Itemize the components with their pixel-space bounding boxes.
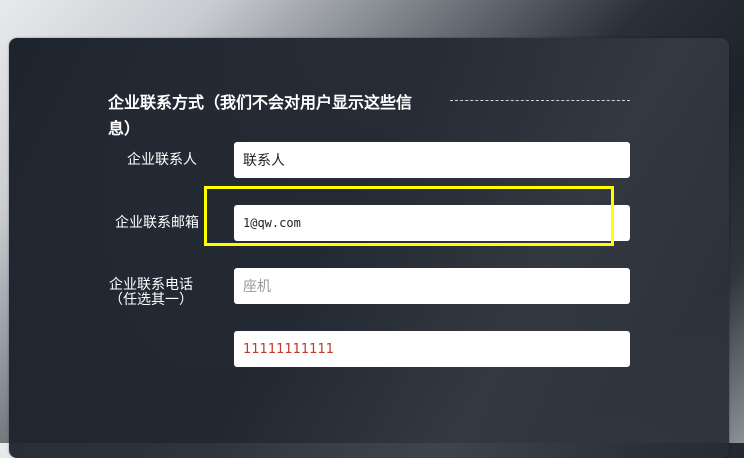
contact-person-input[interactable]: 联系人 bbox=[234, 142, 630, 178]
mobile-value: 11111111111 bbox=[243, 341, 334, 357]
phone-label: 企业联系电话 （任选其一） bbox=[109, 278, 199, 308]
email-input[interactable]: 1@qw.com bbox=[234, 205, 630, 241]
landline-input[interactable]: 座机 bbox=[234, 268, 630, 304]
contact-person-label: 企业联系人 bbox=[127, 152, 197, 168]
section-title: 企业联系方式（我们不会对用户显示这些信息） bbox=[108, 93, 413, 138]
phone-label-line2: （任选其一） bbox=[109, 292, 193, 308]
contact-person-value: 联系人 bbox=[243, 153, 285, 169]
contact-form-panel: 企业联系方式（我们不会对用户显示这些信息） 企业联系人 联系人 企业联系邮箱 1… bbox=[9, 38, 729, 458]
mobile-input[interactable]: 11111111111 bbox=[234, 331, 630, 367]
phone-label-line1: 企业联系电话 bbox=[109, 277, 193, 293]
email-value: 1@qw.com bbox=[243, 216, 301, 230]
email-label: 企业联系邮箱 bbox=[115, 215, 199, 231]
dashed-divider bbox=[450, 100, 630, 101]
landline-placeholder: 座机 bbox=[243, 279, 271, 295]
